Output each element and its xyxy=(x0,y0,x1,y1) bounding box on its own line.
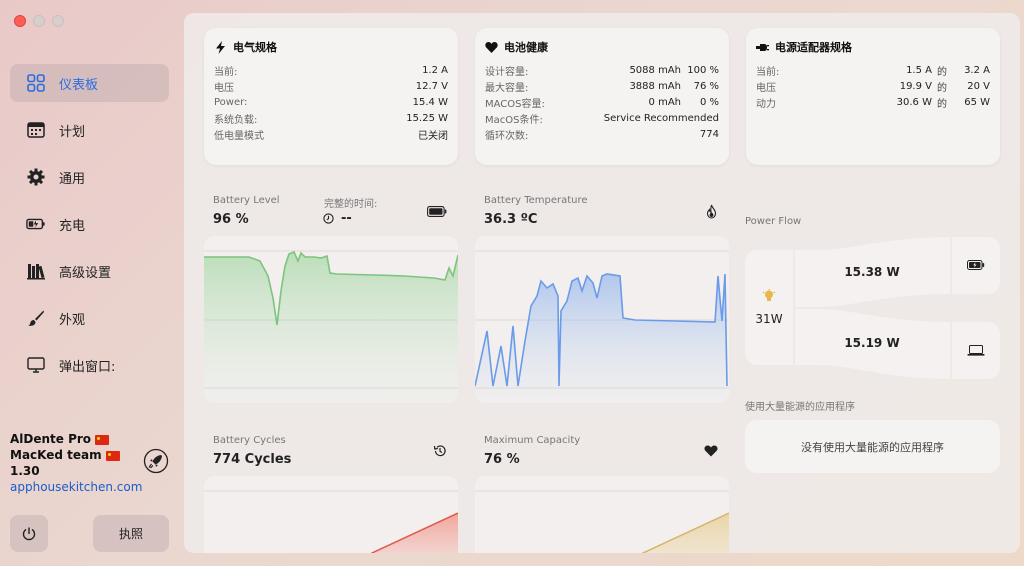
battery-charging-icon xyxy=(967,260,985,270)
sidebar-item-advanced[interactable]: 高级设置 xyxy=(10,252,169,290)
sidebar-item-label: 外观 xyxy=(59,312,86,328)
sidebar-item-popup[interactable]: 弹出窗口: xyxy=(10,346,169,384)
brand-name: AlDente Pro xyxy=(10,432,92,446)
sidebar-item-label: 充电 xyxy=(59,218,86,234)
laptop-icon xyxy=(967,345,985,356)
sidebar-item-label: 仪表板 xyxy=(59,77,99,93)
battery-temperature-chart xyxy=(475,236,729,403)
heart-icon xyxy=(485,41,498,53)
power-adapter-card: 电源适配器规格 当前: 1.5 A 的 3.2 A 电压 19.9 V 的 20 V 动力 3… xyxy=(746,28,1000,165)
lightbulb-icon xyxy=(762,289,776,301)
sidebar: 仪表板 计划 通用 充电 高级设置 外观 弹出窗口: AlDente Pro M… xyxy=(0,0,180,566)
dashboard-grid-icon xyxy=(25,72,47,94)
china-flag-icon xyxy=(95,434,110,445)
battery-destination-panel xyxy=(952,237,1000,294)
battery-temp-value: 36.3 ºC xyxy=(484,212,538,227)
sidebar-item-general[interactable]: 通用 xyxy=(10,158,169,196)
history-icon xyxy=(433,445,446,457)
power-plug-icon xyxy=(756,43,769,51)
electrical-spec-card: 电气规格 当前: 1.2 A 电压 12.7 V Power: 15.4 W 系统负载… xyxy=(204,28,458,165)
clock-icon xyxy=(323,213,334,224)
battery-health-card: 电池健康 设计容量: 5088 mAh 100 % 最大容量: 3888 mAh 76 … xyxy=(475,28,729,165)
battery-level-value: 96 % xyxy=(213,212,249,227)
battery-cycles-value: 774 Cycles xyxy=(213,452,292,467)
sidebar-item-label: 弹出窗口: xyxy=(59,359,116,375)
sidebar-nav: 仪表板 计划 通用 充电 高级设置 外观 弹出窗口: xyxy=(10,64,169,393)
battery-level-label: Battery Level xyxy=(213,195,280,206)
time-to-full-label: 完整的时间: xyxy=(324,199,378,210)
max-capacity-chart xyxy=(475,476,729,553)
dashboard-main: 电气规格 当前: 1.2 A 电压 12.7 V Power: 15.4 W 系统负载… xyxy=(184,13,1020,553)
time-to-full-value: -- xyxy=(341,211,352,226)
spec-row: 循环次数: 774 xyxy=(485,128,719,142)
spec-row: 动力 30.6 W 的 65 W xyxy=(756,96,990,110)
brand-info: AlDente Pro MacKed team 1.30 apphousekit… xyxy=(10,431,142,495)
spec-row: 设计容量: 5088 mAh 100 % xyxy=(485,64,719,78)
spec-row: Power: 15.4 W xyxy=(214,96,448,108)
sidebar-item-dashboard[interactable]: 仪表板 xyxy=(10,64,169,102)
quit-power-button[interactable] xyxy=(10,515,48,552)
power-flow-label: Power Flow xyxy=(745,216,802,227)
flow-to-battery-value: 15.38 W xyxy=(844,265,900,279)
rocket-icon[interactable] xyxy=(143,448,169,474)
battery-charging-icon xyxy=(25,213,47,235)
spec-row: 低电量模式 已关闭 xyxy=(214,130,448,142)
flame-icon xyxy=(706,204,717,219)
power-icon xyxy=(22,527,36,540)
heart-icon xyxy=(704,445,718,457)
sidebar-item-label: 计划 xyxy=(59,124,86,140)
paintbrush-icon xyxy=(25,307,47,329)
card-title: 电源适配器规格 xyxy=(775,41,852,54)
battery-cycles-label: Battery Cycles xyxy=(213,435,286,446)
sidebar-item-label: 通用 xyxy=(59,171,86,187)
china-flag-icon xyxy=(105,450,120,461)
battery-cycles-chart xyxy=(204,476,458,553)
system-destination-panel xyxy=(952,322,1000,379)
card-title: 电气规格 xyxy=(233,41,277,54)
website-link[interactable]: apphousekitchen.com xyxy=(10,479,142,495)
monitor-icon xyxy=(25,354,47,376)
spec-row: 系统负载: 15.25 W xyxy=(214,112,448,126)
spec-row: 电压 19.9 V 的 20 V xyxy=(756,80,990,94)
flow-to-system-value: 15.19 W xyxy=(844,336,900,350)
brand-team: MacKed team xyxy=(10,448,102,462)
energy-apps-label: 使用大量能源的应用程序 xyxy=(745,402,855,413)
calendar-icon xyxy=(25,119,47,141)
spec-row: 最大容量: 3888 mAh 76 % xyxy=(485,80,719,94)
sidebar-item-schedule[interactable]: 计划 xyxy=(10,111,169,149)
battery-full-icon xyxy=(427,206,447,217)
license-button[interactable]: 执照 xyxy=(93,515,169,552)
spec-row: MACOS容量: 0 mAh 0 % xyxy=(485,96,719,110)
gear-icon xyxy=(25,166,47,188)
battery-level-chart xyxy=(204,236,458,403)
card-title: 电池健康 xyxy=(504,41,548,54)
spec-row: 当前: 1.2 A xyxy=(214,64,448,78)
max-capacity-value: 76 % xyxy=(484,452,520,467)
sidebar-item-appearance[interactable]: 外观 xyxy=(10,299,169,337)
lightning-bolt-icon xyxy=(216,40,225,54)
power-flow-diagram xyxy=(795,237,950,379)
spec-row: 当前: 1.5 A 的 3.2 A xyxy=(756,64,990,78)
battery-temp-label: Battery Temperature xyxy=(484,195,588,206)
sidebar-item-label: 高级设置 xyxy=(59,265,112,281)
sidebar-item-charging[interactable]: 充电 xyxy=(10,205,169,243)
energy-apps-card: 没有使用大量能源的应用程序 xyxy=(745,420,1000,473)
books-icon xyxy=(25,260,47,282)
spec-row: 电压 12.7 V xyxy=(214,80,448,94)
spec-row: MacOS条件: Service Recommended xyxy=(485,112,719,126)
max-capacity-label: Maximum Capacity xyxy=(484,435,581,446)
app-version: 1.30 xyxy=(10,464,40,478)
power-input-value: 31W xyxy=(755,312,783,326)
power-input-panel: 31W xyxy=(745,250,793,365)
